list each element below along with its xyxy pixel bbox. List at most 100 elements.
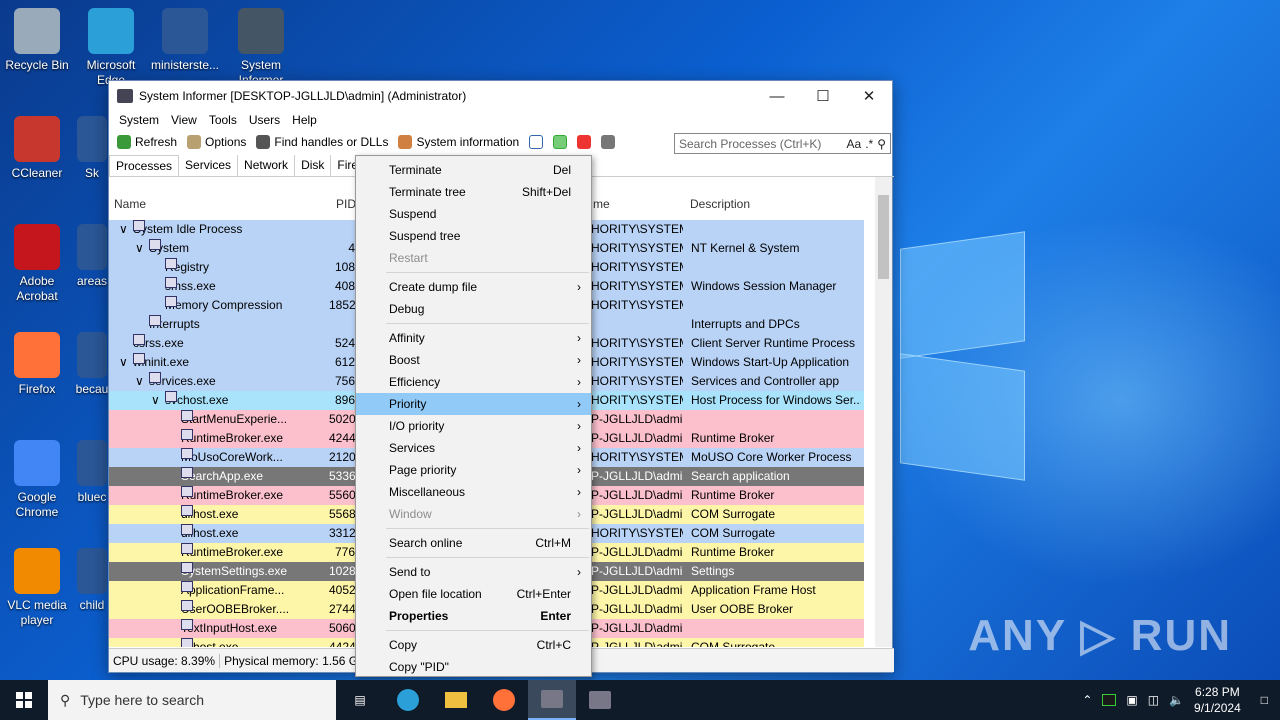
- network-activity-icon[interactable]: [1102, 694, 1117, 706]
- menu-item-suspend[interactable]: Suspend: [356, 203, 591, 225]
- taskbar-firefox[interactable]: [480, 680, 528, 720]
- terminate-button[interactable]: [573, 135, 595, 149]
- search-processes-input[interactable]: Search Processes (Ctrl+K) Aa .* ⚲: [674, 133, 891, 154]
- scrollbar-thumb[interactable]: [878, 195, 889, 279]
- case-toggle[interactable]: Aa: [847, 137, 862, 151]
- desktop-icon[interactable]: System Informer: [224, 8, 298, 88]
- menu-item-i-o-priority[interactable]: I/O priority ›: [356, 415, 591, 437]
- physical-memory: Physical memory: 1.56 GB: [220, 653, 372, 668]
- menu-item-open-file-location[interactable]: Open file location Ctrl+Enter: [356, 583, 591, 605]
- menu-system[interactable]: System: [113, 111, 165, 131]
- expand-toggle[interactable]: ∨: [119, 353, 128, 372]
- menu-item-efficiency[interactable]: Efficiency ›: [356, 371, 591, 393]
- process-user: P-JGLLJLD\admi: [591, 507, 683, 521]
- task-view-button[interactable]: ▤: [336, 680, 384, 720]
- desktop-icon[interactable]: Microsoft Edge: [74, 8, 148, 88]
- system-information-button[interactable]: System information: [394, 135, 523, 149]
- process-name-text: System Idle Process: [133, 222, 243, 236]
- tab-services[interactable]: Services: [179, 155, 239, 176]
- menu-item-search-online[interactable]: Search online Ctrl+M: [356, 532, 591, 554]
- tab-processes[interactable]: Processes: [109, 155, 180, 176]
- menu-item-suspend-tree[interactable]: Suspend tree: [356, 225, 591, 247]
- menu-item-copy[interactable]: Copy Ctrl+C: [356, 634, 591, 656]
- clock[interactable]: 6:28 PM 9/1/2024: [1194, 684, 1241, 716]
- expand-toggle[interactable]: ∨: [135, 372, 144, 391]
- window-go-button[interactable]: [549, 135, 571, 149]
- menu-item-affinity[interactable]: Affinity ›: [356, 327, 591, 349]
- desktop-icon-partial[interactable]: Sk: [74, 116, 110, 181]
- menu-item-label: Page priority: [389, 463, 457, 477]
- menu-tools[interactable]: Tools: [203, 111, 243, 131]
- window-icon-button[interactable]: [525, 135, 547, 149]
- menu-item-services[interactable]: Services ›: [356, 437, 591, 459]
- refresh-button[interactable]: Refresh: [113, 135, 181, 149]
- menu-item-send-to[interactable]: Send to ›: [356, 561, 591, 583]
- taskbar-system-informer-1[interactable]: [528, 680, 576, 720]
- taskbar-explorer[interactable]: [432, 680, 480, 720]
- menu-item-copy-pid[interactable]: Copy "PID": [356, 656, 591, 678]
- menu-item-restart[interactable]: Restart: [356, 247, 591, 269]
- process-name-text: SearchApp.exe: [181, 469, 264, 483]
- title-bar[interactable]: System Informer [DESKTOP-JGLLJLD\admin] …: [109, 81, 892, 111]
- menu-item-page-priority[interactable]: Page priority ›: [356, 459, 591, 481]
- expand-toggle[interactable]: ∨: [151, 391, 160, 410]
- desktop-icon[interactable]: Adobe Acrobat: [0, 224, 74, 304]
- menu-help[interactable]: Help: [286, 111, 323, 131]
- expand-toggle[interactable]: ∨: [135, 239, 144, 258]
- start-button[interactable]: [0, 680, 48, 720]
- network-icon[interactable]: ◫: [1148, 693, 1159, 707]
- desktop-icon[interactable]: CCleaner: [0, 116, 74, 181]
- regex-icon[interactable]: .*: [865, 137, 873, 151]
- maximize-button[interactable]: ☐: [800, 81, 846, 111]
- desktop-icon-partial[interactable]: areas: [74, 224, 110, 289]
- menu-item-terminate-tree[interactable]: Terminate tree Shift+Del: [356, 181, 591, 203]
- column-header-pid[interactable]: PID: [336, 197, 356, 217]
- desktop-icon-image: [88, 8, 134, 54]
- menu-view[interactable]: View: [165, 111, 203, 131]
- taskbar-edge[interactable]: [384, 680, 432, 720]
- desktop-icon[interactable]: ministerste...: [148, 8, 222, 73]
- menu-users[interactable]: Users: [243, 111, 286, 131]
- tab-disk[interactable]: Disk: [295, 155, 332, 176]
- menu-item-boost[interactable]: Boost ›: [356, 349, 591, 371]
- desktop-icon-partial[interactable]: becau: [74, 332, 110, 397]
- menu-item-label: I/O priority: [389, 419, 445, 433]
- desktop-icon[interactable]: Recycle Bin: [0, 8, 74, 73]
- shield-button[interactable]: [597, 135, 619, 149]
- volume-icon[interactable]: 🔈: [1169, 693, 1184, 707]
- close-button[interactable]: ✕: [846, 81, 892, 111]
- chevron-up-icon[interactable]: ⌃: [1082, 693, 1092, 707]
- column-header-name[interactable]: Name: [114, 197, 146, 217]
- taskbar-system-informer-2[interactable]: [576, 680, 624, 720]
- menu-item-label: Efficiency: [389, 375, 441, 389]
- menu-item-terminate[interactable]: Terminate Del: [356, 159, 591, 181]
- search-icon[interactable]: ⚲: [877, 137, 886, 151]
- menu-item-window[interactable]: Window ›: [356, 503, 591, 525]
- menu-item-properties[interactable]: Properties Enter: [356, 605, 591, 627]
- process-name: smss.exe: [165, 277, 313, 296]
- desktop-icon-partial[interactable]: bluec: [74, 440, 110, 505]
- column-header-user[interactable]: me: [593, 197, 610, 217]
- vertical-scrollbar[interactable]: [875, 177, 892, 647]
- notification-icon[interactable]: □: [1261, 693, 1268, 707]
- tab-network[interactable]: Network: [238, 155, 296, 176]
- desktop-icon[interactable]: VLC media player: [0, 548, 74, 628]
- options-button[interactable]: Options: [183, 135, 250, 149]
- device-icon[interactable]: ▣: [1126, 693, 1137, 707]
- menu-item-priority[interactable]: Priority ›: [356, 393, 591, 415]
- menu-item-miscellaneous[interactable]: Miscellaneous ›: [356, 481, 591, 503]
- column-header-description[interactable]: Description: [690, 197, 750, 217]
- menu-item-debug[interactable]: Debug: [356, 298, 591, 320]
- minimize-button[interactable]: —: [754, 81, 800, 111]
- menu-item-create-dump-file[interactable]: Create dump file ›: [356, 276, 591, 298]
- desktop-icon[interactable]: Firefox: [0, 332, 74, 397]
- taskbar-search[interactable]: ⚲ Type here to search: [48, 680, 336, 720]
- desktop-icon-partial[interactable]: child: [74, 548, 110, 613]
- desktop-icon[interactable]: Google Chrome: [0, 440, 74, 520]
- process-name: services.exe: [149, 372, 313, 391]
- process-icon: [149, 315, 161, 326]
- expand-toggle[interactable]: ∨: [119, 220, 128, 239]
- process-pid: 4244: [329, 431, 355, 445]
- find-handles-button[interactable]: Find handles or DLLs: [252, 135, 392, 149]
- window-arrow-icon: [553, 135, 568, 149]
